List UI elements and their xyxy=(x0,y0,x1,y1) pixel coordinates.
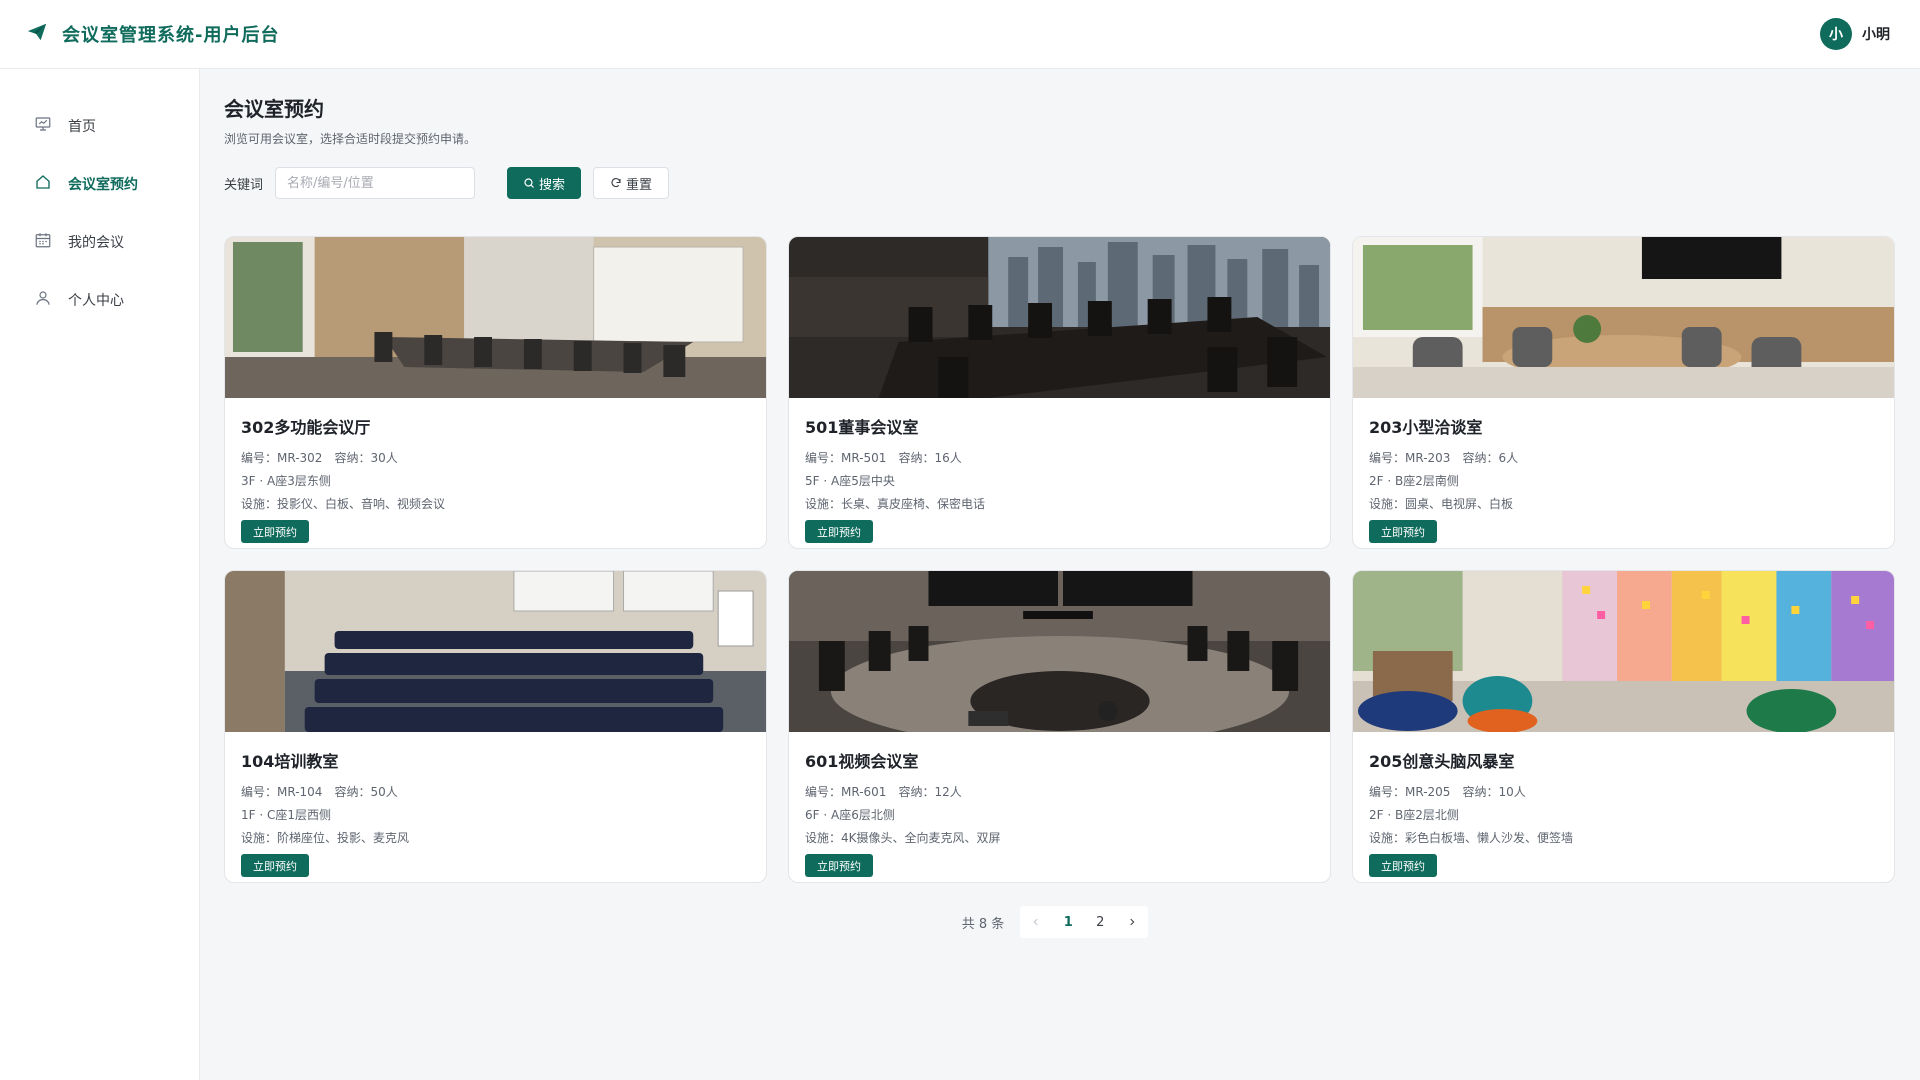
room-facilities: 设施：4K摄像头、全向麦克风、双屏 xyxy=(805,831,1001,845)
room-capacity: 容纳：30人 xyxy=(334,451,398,465)
room-location: 6F · A座6层北侧 xyxy=(805,808,895,822)
room-card: 203小型洽谈室 编号：MR-203 容纳：6人 2F · B座2层南侧 设施：圆… xyxy=(1352,236,1895,549)
prev-page-button[interactable] xyxy=(1020,906,1052,938)
page-number-button[interactable]: 2 xyxy=(1084,906,1116,938)
room-location: 1F · C座1层西侧 xyxy=(241,808,331,822)
chevron-right-icon xyxy=(1130,918,1135,926)
search-icon xyxy=(524,178,534,188)
room-meta: 编号：MR-302 容纳：30人 3F · A座3层东侧 设施：投影仪、白板、音响… xyxy=(241,447,750,516)
sidebar-item-label: 首页 xyxy=(68,119,96,135)
room-photo xyxy=(225,571,766,732)
room-meta: 编号：MR-501 容纳：16人 5F · A座5层中央 设施：长桌、真皮座椅、保… xyxy=(805,447,1314,516)
book-now-button[interactable]: 立即预约 xyxy=(241,854,309,877)
total-count: 共 8 条 xyxy=(961,916,1005,932)
room-code: 编号：MR-302 xyxy=(241,451,323,465)
room-card: 601视频会议室 编号：MR-601 容纳：12人 6F · A座6层北侧 设施：… xyxy=(788,570,1331,883)
room-capacity: 容纳：12人 xyxy=(898,785,962,799)
room-photo xyxy=(1353,571,1894,732)
sidebar-item-profile[interactable]: 个人中心 xyxy=(0,271,199,329)
user-menu[interactable]: 小 小明 xyxy=(1820,18,1890,50)
room-name: 205创意头脑风暴室 xyxy=(1369,752,1515,771)
room-photo xyxy=(1353,237,1894,398)
book-now-button[interactable]: 立即预约 xyxy=(1369,520,1437,543)
sidebar: 首页 会议室预约 我的会议 个人中心 xyxy=(0,69,200,1080)
room-capacity: 容纳：50人 xyxy=(334,785,398,799)
reset-button[interactable]: 重置 xyxy=(593,167,670,199)
room-location: 2F · B座2层南侧 xyxy=(1369,474,1459,488)
sidebar-item-label: 我的会议 xyxy=(68,235,124,251)
brand: 会议室管理系统-用户后台 xyxy=(26,21,279,47)
home-icon xyxy=(34,173,52,195)
room-card: 302多功能会议厅 编号：MR-302 容纳：30人 3F · A座3层东侧 设施… xyxy=(224,236,767,549)
app-title: 会议室管理系统-用户后台 xyxy=(62,25,280,46)
chevron-left-icon xyxy=(1033,918,1038,926)
room-meta: 编号：MR-205 容纳：10人 2F · B座2层北侧 设施：彩色白板墙、懒人沙… xyxy=(1369,781,1878,850)
room-name: 203小型洽谈室 xyxy=(1369,418,1483,437)
search-button-label: 搜索 xyxy=(539,177,566,193)
room-name: 501董事会议室 xyxy=(805,418,919,437)
user-name[interactable]: 小明 xyxy=(1862,24,1890,44)
sidebar-item-room-booking[interactable]: 会议室预约 xyxy=(0,155,199,213)
room-code: 编号：MR-601 xyxy=(805,785,887,799)
room-facilities: 设施：投影仪、白板、音响、视频会议 xyxy=(241,497,446,511)
keyword-input[interactable] xyxy=(275,167,476,199)
book-now-button[interactable]: 立即预约 xyxy=(805,854,873,877)
user-icon xyxy=(34,289,52,311)
next-page-button[interactable] xyxy=(1116,906,1148,938)
room-code: 编号：MR-205 xyxy=(1369,785,1451,799)
room-facilities: 设施：阶梯座位、投影、麦克风 xyxy=(241,831,410,845)
room-code: 编号：MR-501 xyxy=(805,451,887,465)
search-bar: 关键词 搜索 重置 xyxy=(224,167,1896,199)
keyword-label: 关键词 xyxy=(224,177,264,193)
room-facilities: 设施：长桌、真皮座椅、保密电话 xyxy=(805,497,986,511)
room-card: 104培训教室 编号：MR-104 容纳：50人 1F · C座1层西侧 设施：阶… xyxy=(224,570,767,883)
room-capacity: 容纳：6人 xyxy=(1462,451,1519,465)
sidebar-item-label: 个人中心 xyxy=(68,293,124,309)
sidebar-item-home[interactable]: 首页 xyxy=(0,97,199,155)
presentation-icon xyxy=(34,115,52,137)
room-code: 编号：MR-104 xyxy=(241,785,323,799)
search-button[interactable]: 搜索 xyxy=(507,167,582,199)
page-number-button[interactable]: 1 xyxy=(1052,906,1084,938)
room-code: 编号：MR-203 xyxy=(1369,451,1451,465)
room-meta: 编号：MR-601 容纳：12人 6F · A座6层北侧 设施：4K摄像头、全向麦… xyxy=(805,781,1314,850)
room-name: 601视频会议室 xyxy=(805,752,919,771)
room-grid: 302多功能会议厅 编号：MR-302 容纳：30人 3F · A座3层东侧 设施… xyxy=(224,236,1896,883)
room-card: 501董事会议室 编号：MR-501 容纳：16人 5F · A座5层中央 设施：… xyxy=(788,236,1331,549)
book-now-button[interactable]: 立即预约 xyxy=(805,520,873,543)
room-photo xyxy=(225,237,766,398)
room-card: 205创意头脑风暴室 编号：MR-205 容纳：10人 2F · B座2层北侧 设… xyxy=(1352,570,1895,883)
pager: 1 2 xyxy=(1020,906,1149,938)
room-photo xyxy=(789,237,1330,398)
room-name: 104培训教室 xyxy=(241,752,339,771)
main-content: 会议室预约 浏览可用会议室，选择合适时段提交预约申请。 关键词 搜索 重置 xyxy=(224,69,1896,938)
room-name: 302多功能会议厅 xyxy=(241,418,371,437)
book-now-button[interactable]: 立即预约 xyxy=(1369,854,1437,877)
top-header: 会议室管理系统-用户后台 小 小明 xyxy=(0,0,1920,69)
refresh-icon xyxy=(611,178,621,188)
paper-plane-icon xyxy=(26,21,48,47)
room-location: 2F · B座2层北侧 xyxy=(1369,808,1459,822)
room-location: 3F · A座3层东侧 xyxy=(241,474,331,488)
room-meta: 编号：MR-203 容纳：6人 2F · B座2层南侧 设施：圆桌、电视屏、白板 xyxy=(1369,447,1878,516)
book-now-button[interactable]: 立即预约 xyxy=(241,520,309,543)
room-capacity: 容纳：10人 xyxy=(1462,785,1526,799)
sidebar-item-label: 会议室预约 xyxy=(68,177,138,193)
pagination: 共 8 条 1 2 xyxy=(224,906,1896,938)
page-description: 浏览可用会议室，选择合适时段提交预约申请。 xyxy=(224,132,477,146)
room-facilities: 设施：彩色白板墙、懒人沙发、便签墙 xyxy=(1369,831,1574,845)
room-capacity: 容纳：16人 xyxy=(898,451,962,465)
room-facilities: 设施：圆桌、电视屏、白板 xyxy=(1369,497,1514,511)
room-location: 5F · A座5层中央 xyxy=(805,474,895,488)
sidebar-item-my-meetings[interactable]: 我的会议 xyxy=(0,213,199,271)
room-meta: 编号：MR-104 容纳：50人 1F · C座1层西侧 设施：阶梯座位、投影、麦… xyxy=(241,781,750,850)
avatar[interactable]: 小 xyxy=(1820,18,1852,50)
reset-button-label: 重置 xyxy=(626,177,653,193)
room-photo xyxy=(789,571,1330,732)
page-title: 会议室预约 xyxy=(224,97,324,121)
calendar-icon xyxy=(34,231,52,253)
